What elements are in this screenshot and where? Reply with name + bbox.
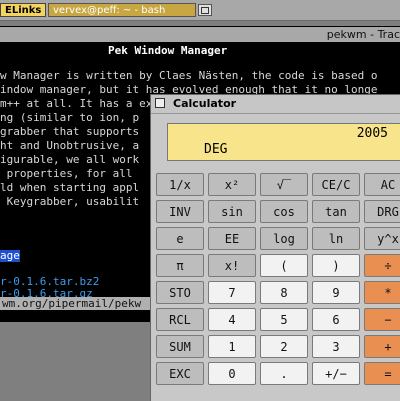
calc-button[interactable]: tan [312, 200, 360, 223]
calc-button[interactable]: ) [312, 254, 360, 277]
calc-button[interactable]: DRG [364, 200, 400, 223]
calc-button[interactable]: log [260, 227, 308, 250]
page-heading: Pek Window Manager [108, 44, 228, 57]
calculator-title: Calculator [173, 97, 237, 110]
calculator-display: 2005 DEG [167, 123, 400, 161]
calc-button[interactable]: √‾ [260, 173, 308, 196]
calculator-window: Calculator 2005 DEG 1/x x² √‾ CE/C AC INV sin c… [150, 94, 400, 401]
calc-button[interactable]: 6 [312, 308, 360, 331]
calc-button[interactable]: CE/C [312, 173, 360, 196]
calc-button[interactable]: cos [260, 200, 308, 223]
calc-button[interactable]: = [364, 362, 400, 385]
calc-button[interactable]: AC [364, 173, 400, 196]
calc-button[interactable]: . [260, 362, 308, 385]
text-line: ld when starting appl [0, 181, 140, 194]
calc-button[interactable]: STO [156, 281, 204, 304]
link-selected[interactable]: age [0, 250, 20, 262]
text-line: w Manager is written by Claes Nästen, th… [0, 69, 378, 82]
calc-button[interactable]: 1 [208, 335, 256, 358]
calc-button[interactable]: + [364, 335, 400, 358]
text-line: Keygrabber, usabilit [0, 195, 140, 208]
text-line: properties, for all [0, 167, 133, 180]
calc-button[interactable]: 1/x [156, 173, 204, 196]
text-line: ht and Unobtrusive, a [0, 139, 140, 152]
calc-button[interactable]: SUM [156, 335, 204, 358]
display-mode: DEG [204, 142, 228, 157]
calc-button[interactable]: π [156, 254, 204, 277]
taskbar-item-elinks[interactable]: ELinks [0, 3, 46, 17]
calc-button[interactable]: − [364, 308, 400, 331]
elinks-titlebar: pekwm - Trac [0, 27, 400, 42]
calculator-titlebar[interactable]: Calculator [151, 95, 400, 114]
calc-button[interactable]: * [364, 281, 400, 304]
window-icon[interactable] [198, 4, 212, 16]
calc-button[interactable]: 4 [208, 308, 256, 331]
calc-button[interactable]: EXC [156, 362, 204, 385]
taskbar-item-bash-label: vervex@peff: ~ - bash [53, 5, 166, 16]
text-line: grabber that supports [0, 125, 140, 138]
calc-button[interactable]: RCL [156, 308, 204, 331]
calc-button[interactable]: INV [156, 200, 204, 223]
calc-button[interactable]: ÷ [364, 254, 400, 277]
calc-button[interactable]: ( [260, 254, 308, 277]
calc-button[interactable]: 7 [208, 281, 256, 304]
calc-button[interactable]: x! [208, 254, 256, 277]
calc-button[interactable]: y^x [364, 227, 400, 250]
calc-button[interactable]: 5 [260, 308, 308, 331]
text-line: igurable, we all work [0, 153, 140, 166]
calc-button[interactable]: 0 [208, 362, 256, 385]
calc-button[interactable]: e [156, 227, 204, 250]
calc-button[interactable]: EE [208, 227, 256, 250]
calc-button[interactable]: sin [208, 200, 256, 223]
status-bar: wm.org/pipermail/pekw [0, 297, 162, 310]
calc-button[interactable]: 9 [312, 281, 360, 304]
window-menu-icon[interactable] [155, 98, 165, 108]
calc-button[interactable]: ln [312, 227, 360, 250]
elinks-title: pekwm - Trac [326, 28, 400, 41]
calc-button[interactable]: 8 [260, 281, 308, 304]
display-value: 2005 [356, 126, 388, 141]
calc-button[interactable]: 3 [312, 335, 360, 358]
calc-button[interactable]: x² [208, 173, 256, 196]
taskbar: ELinks vervex@peff: ~ - bash [0, 0, 400, 21]
taskbar-item-bash[interactable]: vervex@peff: ~ - bash [48, 3, 196, 17]
calc-button[interactable]: 2 [260, 335, 308, 358]
calc-button[interactable]: +/− [312, 362, 360, 385]
